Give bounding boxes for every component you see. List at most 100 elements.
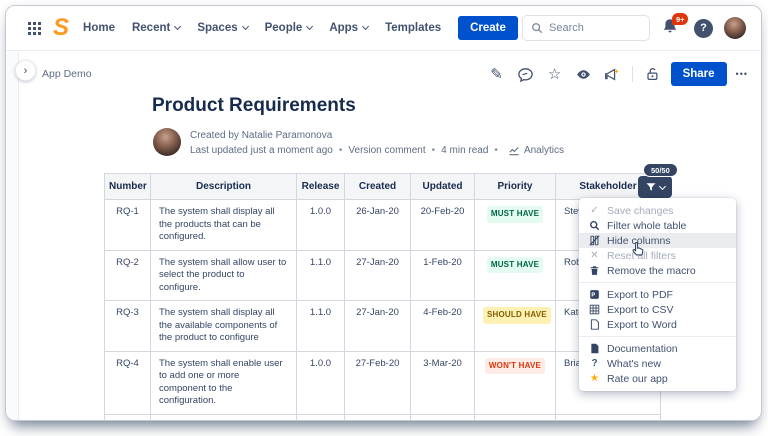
col-header-number[interactable]: Number [105,174,151,200]
priority-badge: SHOULD HAVE [483,307,551,324]
cell-release: 1.1.0 [297,250,345,301]
col-header-description[interactable]: Description [151,174,297,200]
cell-updated: 3-Mar-20 [411,351,475,414]
analytics-link[interactable]: Analytics [488,143,564,158]
restrictions-button[interactable] [642,64,662,84]
toolbar-divider [632,66,633,82]
funnel-icon [645,181,657,193]
cell-description: The system shall allow user to select th… [151,250,297,301]
menu-item-hide-columns[interactable]: Hide columns [579,233,736,248]
nav-item-recent[interactable]: Recent [132,22,180,34]
help-button[interactable]: ? [694,19,713,38]
cross-icon: ✕ [588,250,601,261]
cell-description: The system shall enable user to add one … [151,351,297,414]
cell-updated: 4-Feb-20 [411,301,475,352]
cell-description: The system shall display all the availab… [151,301,297,352]
col-header-updated[interactable]: Updated [411,174,475,200]
pencil-icon: ✎ [490,67,503,82]
author-avatar[interactable] [153,128,181,156]
menu-item-documentation[interactable]: Documentation [579,341,736,356]
nav-item-people[interactable]: People [265,22,313,34]
star-icon: ★ [588,373,601,384]
comment-button[interactable] [516,64,536,84]
share-button[interactable]: Share [671,62,727,86]
create-button[interactable]: Create [458,16,518,40]
cell-number: RQ-5 [105,414,151,421]
table-row: RQ-5 The system shall notify the user ab… [105,414,661,421]
comment-icon [517,66,534,83]
promote-button[interactable] [603,64,623,84]
cell-priority: SHOULD HAVE [475,301,556,352]
nav-item-home[interactable]: Home [83,22,115,34]
cell-release: 1.1.0 [297,301,345,352]
version-comment[interactable]: Version comment [333,143,426,158]
col-header-created[interactable]: Created [345,174,411,200]
menu-item-filter-whole-table[interactable]: Filter whole table [579,218,736,233]
question-icon: ? [588,358,601,369]
user-avatar[interactable] [724,17,746,39]
read-time: 4 min read [426,143,489,158]
table-row: RQ-4 The system shall enable user to add… [105,351,661,414]
more-icon: ••• [736,69,748,79]
brand-logo[interactable]: S [53,14,69,42]
cell-stakeholder: Brian Dowson [556,414,661,421]
cell-priority: MUST HAVE [475,250,556,301]
trash-icon [588,265,601,276]
chevron-down-icon [242,23,249,30]
menu-item-export-csv[interactable]: Export to CSV [579,302,736,317]
unlock-icon [644,66,660,82]
table-row: RQ-3 The system shall display all the av… [105,301,661,352]
notifications-button[interactable]: 9+ [661,17,683,39]
nav-item-templates[interactable]: Templates [385,22,441,34]
table-header-row: Number Description Release Created Updat… [105,174,661,200]
menu-divider [579,336,736,337]
search-input[interactable] [549,22,634,34]
nav-right-cluster: 9+ ? [522,15,746,41]
chart-icon [508,145,520,156]
priority-badge: WON'T HAVE [485,358,545,375]
cell-created: 28-Feb-20 [345,414,411,421]
app-window: S Home Recent Spaces People Apps Templat… [5,5,762,421]
cell-priority: SHOULD HAVE [475,414,556,421]
col-header-priority[interactable]: Priority [475,174,556,200]
question-icon: ? [700,22,707,34]
more-options-button[interactable]: ••• [736,69,748,79]
edit-button[interactable]: ✎ [487,64,507,84]
word-doc-icon [588,319,601,330]
sidebar-expand-button[interactable]: › [15,60,36,81]
collapsed-sidebar [6,52,19,420]
cell-release: 1.2.0 [297,414,345,421]
chevron-down-icon [174,23,181,30]
priority-badge: MUST HAVE [487,257,543,274]
table-filter-button[interactable] [638,176,672,198]
chevron-down-icon [362,23,369,30]
search-box[interactable] [522,15,650,41]
cell-priority: WON'T HAVE [475,351,556,414]
nav-item-spaces[interactable]: Spaces [197,22,247,34]
favorite-button[interactable]: ☆ [545,64,565,84]
menu-divider [579,282,736,283]
menu-item-export-pdf[interactable]: Export to PDF [579,287,736,302]
hide-columns-icon [588,235,601,246]
menu-item-whats-new[interactable]: ? What's new [579,356,736,371]
nav-item-apps[interactable]: Apps [329,22,368,34]
page-title: Product Requirements [152,95,356,117]
breadcrumb[interactable]: App Demo [42,68,92,80]
check-icon: ✓ [588,205,601,216]
search-icon [531,22,543,34]
cell-created: 27-Feb-20 [345,351,411,414]
cell-created: 26-Jan-20 [345,200,411,251]
menu-item-export-word[interactable]: Export to Word [579,317,736,332]
menu-item-remove-macro[interactable]: Remove the macro [579,263,736,278]
app-switcher-icon[interactable] [21,15,47,41]
star-icon: ☆ [548,67,561,82]
cell-number: RQ-4 [105,351,151,414]
menu-item-save-changes: ✓ Save changes [579,203,736,218]
cell-created: 27-Jan-20 [345,301,411,352]
last-updated: Last updated just a moment ago [190,143,333,158]
cell-updated: 1-Feb-20 [411,250,475,301]
cell-number: RQ-3 [105,301,151,352]
col-header-release[interactable]: Release [297,174,345,200]
watch-button[interactable] [574,64,594,84]
menu-item-rate-our-app[interactable]: ★ Rate our app [579,371,736,386]
